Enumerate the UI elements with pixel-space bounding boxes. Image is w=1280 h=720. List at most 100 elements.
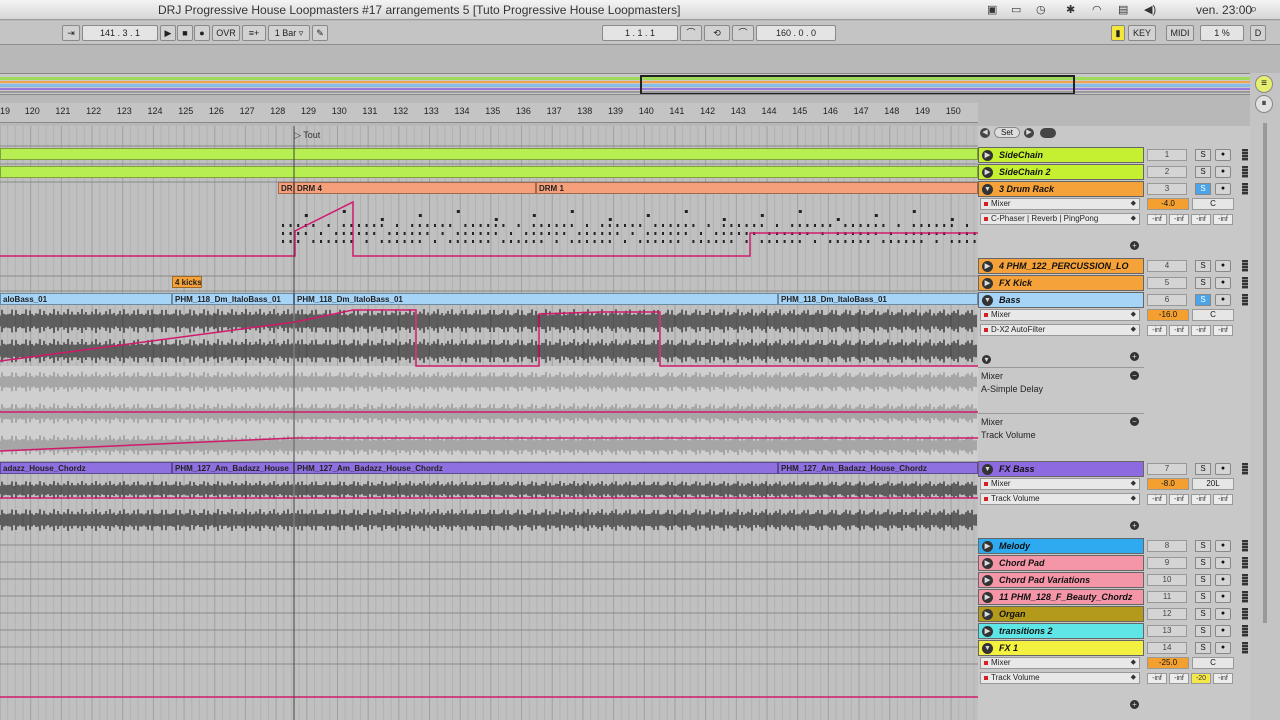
song-position-field[interactable]: 141 . 3 . 1 — [82, 25, 158, 41]
track-pan-field[interactable]: C — [1192, 657, 1234, 669]
arrangement-overview[interactable] — [0, 73, 1250, 95]
parameter-chooser[interactable]: Track Volume ◆ — [980, 493, 1140, 505]
solo-button[interactable]: S — [1195, 642, 1211, 654]
add-lane-icon[interactable]: + — [1130, 700, 1139, 709]
device-chooser[interactable]: Mixer ◆ — [980, 309, 1140, 321]
expand-icon[interactable]: ▶ — [982, 609, 993, 620]
send-value[interactable]: -inf — [1169, 325, 1189, 336]
camera-icon[interactable]: ▣ — [987, 3, 997, 16]
track-header-5[interactable]: ▼ Bass — [978, 292, 1144, 308]
track-header-2[interactable]: ▼ 3 Drum Rack — [978, 181, 1144, 197]
arm-button[interactable]: ● — [1215, 463, 1231, 475]
send-value[interactable]: -inf — [1191, 494, 1211, 505]
beat-time-ruler[interactable]: 19 120 121 122 123 124 125 126 127 128 129 130 131 13… — [0, 103, 978, 123]
track-pan-field[interactable]: C — [1192, 309, 1234, 321]
expand-icon[interactable]: ▶ — [982, 167, 993, 178]
add-lane-icon[interactable]: + — [1130, 352, 1139, 361]
collapse-icon[interactable]: ▼ — [982, 464, 993, 475]
punch-in-button[interactable]: ⌒ — [680, 25, 702, 41]
arm-button[interactable]: ● — [1215, 294, 1231, 306]
overview-toggle-icon[interactable]: ≡ — [1255, 75, 1273, 93]
device-chooser[interactable]: Mixer ◆ — [980, 198, 1140, 210]
track-number[interactable]: 6 — [1147, 294, 1187, 306]
arm-button[interactable]: ● — [1215, 166, 1231, 178]
send-value[interactable]: -inf — [1147, 673, 1167, 684]
track-number[interactable]: 8 — [1147, 540, 1187, 552]
arrangement-view[interactable]: DR DRM 4 DRM 1 4 kicks aloBass_01 PHM_11… — [0, 126, 978, 720]
track-number[interactable]: 2 — [1147, 166, 1187, 178]
volume-icon[interactable]: ◀) — [1144, 3, 1156, 16]
solo-button[interactable]: S — [1195, 540, 1211, 552]
loop-switch-button[interactable]: ⟲ — [704, 25, 730, 41]
overdub-button[interactable]: OVR — [212, 25, 240, 41]
follow-button[interactable]: ⇥ — [62, 25, 80, 41]
quantization-select[interactable]: 1 Bar ▿ — [268, 25, 310, 41]
clock[interactable]: ven. 23:00 — [1196, 3, 1252, 17]
send-value[interactable]: -inf — [1213, 494, 1233, 505]
vertical-scrollbar[interactable] — [1263, 123, 1267, 623]
track-number[interactable]: 14 — [1147, 642, 1187, 654]
track-number[interactable]: 5 — [1147, 277, 1187, 289]
automation-envelopes[interactable] — [0, 126, 978, 720]
draw-mode-button[interactable]: ✎ — [312, 25, 328, 41]
track-header-12[interactable]: ▶ transitions 2 — [978, 623, 1144, 639]
track-header-8[interactable]: ▶ Chord Pad — [978, 555, 1144, 571]
arm-button[interactable]: ● — [1215, 574, 1231, 586]
arm-button[interactable]: ● — [1215, 540, 1231, 552]
solo-button[interactable]: S — [1195, 574, 1211, 586]
punch-out-button[interactable]: ⌒ — [732, 25, 754, 41]
quantize-menu-button[interactable]: ≡+ — [242, 25, 266, 41]
track-header-13[interactable]: ▼ FX 1 — [978, 640, 1144, 656]
time-machine-icon[interactable]: ◷ — [1036, 3, 1046, 16]
track-volume-field[interactable]: -8.0 — [1147, 478, 1189, 490]
track-pan-field[interactable]: 20L — [1192, 478, 1234, 490]
track-volume-field[interactable]: -25.0 — [1147, 657, 1189, 669]
solo-button[interactable]: S — [1195, 149, 1211, 161]
locator-set-button[interactable]: Set — [994, 127, 1020, 138]
track-number[interactable]: 12 — [1147, 608, 1187, 620]
solo-button[interactable]: S — [1195, 608, 1211, 620]
track-volume-field[interactable]: -16.0 — [1147, 309, 1189, 321]
arm-button[interactable]: ● — [1215, 557, 1231, 569]
track-volume-field[interactable]: -4.0 — [1147, 198, 1189, 210]
track-number[interactable]: 13 — [1147, 625, 1187, 637]
parameter-chooser[interactable]: Track Volume ◆ — [980, 672, 1140, 684]
spotlight-search-icon[interactable]: ⌕ — [1250, 1, 1257, 17]
track-header-6[interactable]: ▼ FX Bass — [978, 461, 1144, 477]
expand-icon[interactable]: ▶ — [982, 575, 993, 586]
scene-prev-icon[interactable]: ◀ — [980, 128, 990, 138]
track-number[interactable]: 11 — [1147, 591, 1187, 603]
send-value[interactable]: -inf — [1191, 214, 1211, 225]
collapse-icon[interactable]: ▼ — [982, 643, 993, 654]
send-value[interactable]: -inf — [1147, 494, 1167, 505]
collapse-icon[interactable]: ▼ — [982, 295, 993, 306]
send-value[interactable]: -inf — [1169, 494, 1189, 505]
send-value[interactable]: -inf — [1191, 325, 1211, 336]
track-header-11[interactable]: ▶ Organ — [978, 606, 1144, 622]
scene-next-icon[interactable]: ▶ — [1024, 128, 1034, 138]
solo-button[interactable]: S — [1195, 463, 1211, 475]
track-pan-field[interactable]: C — [1192, 198, 1234, 210]
solo-button[interactable]: S — [1195, 557, 1211, 569]
expand-icon[interactable]: ▶ — [982, 626, 993, 637]
track-number[interactable]: 7 — [1147, 463, 1187, 475]
parameter-chooser[interactable]: C-Phaser | Reverb | PingPong ◆ — [980, 213, 1140, 225]
solo-button[interactable]: S — [1195, 294, 1211, 306]
remove-lane-icon[interactable]: − — [1130, 417, 1139, 426]
solo-button[interactable]: S — [1195, 625, 1211, 637]
collapse-lane-icon[interactable]: ▾ — [982, 355, 991, 364]
solo-button[interactable]: S — [1195, 591, 1211, 603]
add-lane-icon[interactable]: + — [1130, 521, 1139, 530]
arm-button[interactable]: ● — [1215, 625, 1231, 637]
wifi-icon[interactable]: ◠ — [1092, 3, 1102, 16]
send-value[interactable]: -inf — [1169, 214, 1189, 225]
locator-tout[interactable]: ▷ Tout — [294, 130, 320, 141]
solo-button[interactable]: S — [1195, 166, 1211, 178]
loop-start-field[interactable]: 1 . 1 . 1 — [602, 25, 678, 41]
track-number[interactable]: 4 — [1147, 260, 1187, 272]
send-value[interactable]: -inf — [1169, 673, 1189, 684]
remove-lane-icon[interactable]: − — [1130, 371, 1139, 380]
add-lane-icon[interactable]: + — [1130, 241, 1139, 250]
arm-button[interactable]: ● — [1215, 608, 1231, 620]
arm-button[interactable]: ● — [1215, 149, 1231, 161]
